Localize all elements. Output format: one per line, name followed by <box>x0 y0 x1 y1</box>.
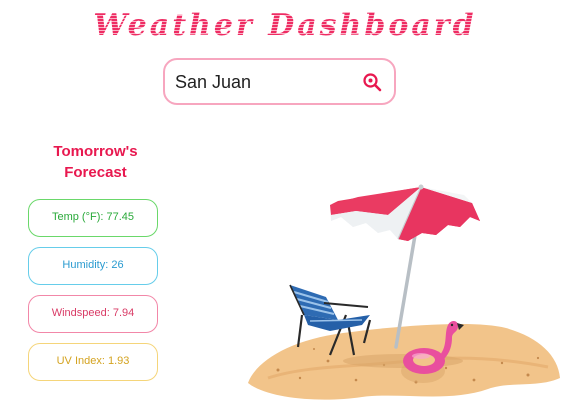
umbrella-canopy <box>330 184 480 241</box>
uv-index-card: UV Index: 1.93 <box>28 343 158 381</box>
beach-illustration <box>248 184 560 400</box>
windspeed-card: Windspeed: 7.94 <box>28 295 158 333</box>
search-icon <box>363 73 382 92</box>
app-title: Weather Dashboard <box>0 4 570 48</box>
temp-card: Temp (°F): 77.45 <box>28 199 158 237</box>
search-button[interactable] <box>360 70 384 94</box>
city-search-input[interactable] <box>175 67 360 97</box>
search-bar <box>163 58 396 105</box>
forecast-title: Tomorrow's Forecast <box>53 143 138 181</box>
humidity-card: Humidity: 26 <box>28 247 158 285</box>
